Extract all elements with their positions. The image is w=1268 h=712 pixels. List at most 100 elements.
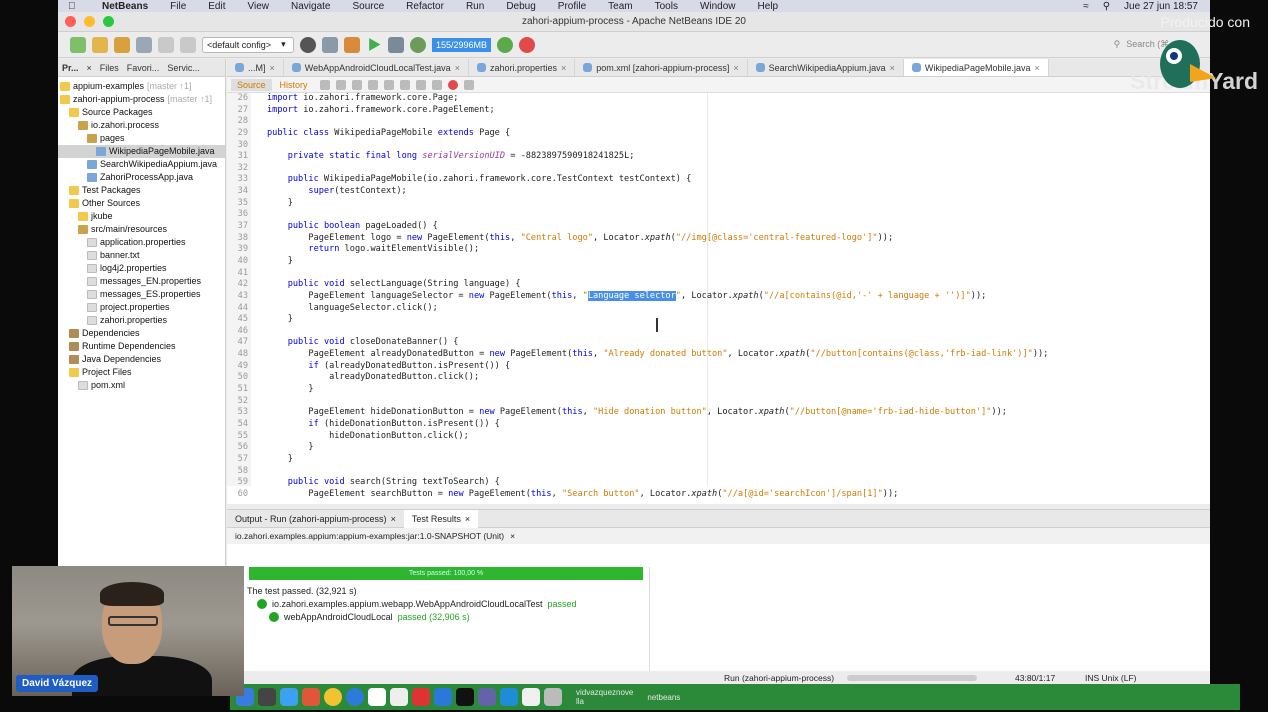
code-line[interactable]: public class WikipediaPageMobile extends… bbox=[267, 128, 1048, 140]
menu-help[interactable]: Help bbox=[758, 1, 779, 12]
spotlight-icon[interactable]: ⚲ bbox=[1103, 1, 1110, 12]
notes-icon[interactable] bbox=[390, 688, 408, 706]
code-line[interactable]: } bbox=[267, 442, 1048, 454]
tree-item[interactable]: pom.xml bbox=[58, 379, 225, 392]
open-project-icon[interactable] bbox=[114, 36, 130, 53]
apple-icon[interactable]:  bbox=[68, 1, 80, 12]
editor-tab[interactable]: zahori.properties × bbox=[469, 59, 576, 76]
gmail-icon[interactable] bbox=[412, 688, 430, 706]
menu-window[interactable]: Window bbox=[700, 1, 736, 12]
code-line[interactable]: public void selectLanguage(String langua… bbox=[267, 279, 1048, 291]
menu-edit[interactable]: Edit bbox=[208, 1, 225, 12]
build-icon[interactable] bbox=[344, 36, 360, 53]
tree-item[interactable]: log4j2.properties bbox=[58, 262, 225, 275]
new-file-icon[interactable] bbox=[92, 36, 108, 53]
tree-item[interactable]: Java Dependencies bbox=[58, 353, 225, 366]
close-icon[interactable]: × bbox=[733, 63, 738, 73]
menu-source[interactable]: Source bbox=[352, 1, 384, 12]
code-line[interactable]: hideDonationButton.click(); bbox=[267, 431, 1048, 443]
results-divider[interactable] bbox=[649, 567, 650, 672]
tree-item[interactable]: Dependencies bbox=[58, 327, 225, 340]
save-all-icon[interactable] bbox=[136, 36, 152, 53]
menu-debug[interactable]: Debug bbox=[506, 1, 535, 12]
code-line[interactable]: private static final long serialVersionU… bbox=[267, 151, 1048, 163]
code-line[interactable]: return logo.waitElementVisible(); bbox=[267, 244, 1048, 256]
gc-icon[interactable] bbox=[497, 36, 514, 53]
tree-item[interactable]: Other Sources bbox=[58, 197, 225, 210]
calendar-icon[interactable] bbox=[368, 688, 386, 706]
tree-item[interactable]: application.properties bbox=[58, 236, 225, 249]
tree-item[interactable]: WikipediaPageMobile.java bbox=[58, 145, 225, 158]
code-line[interactable] bbox=[267, 116, 1048, 128]
close-icon[interactable]: × bbox=[391, 514, 396, 524]
teams-icon[interactable] bbox=[478, 688, 496, 706]
code-line[interactable]: public WikipediaPageMobile(io.zahori.fra… bbox=[267, 174, 1048, 186]
editor-tab[interactable]: SearchWikipediaAppium.java × bbox=[748, 59, 904, 76]
code-line[interactable]: PageElement languageSelector = new PageE… bbox=[267, 290, 1048, 303]
code-line[interactable] bbox=[267, 396, 1048, 408]
editor-tab[interactable]: WebAppAndroidCloudLocalTest.java × bbox=[284, 59, 469, 76]
menu-view[interactable]: View bbox=[248, 1, 270, 12]
tree-item[interactable]: project.properties bbox=[58, 301, 225, 314]
code-line[interactable]: PageElement hideDonationButton = new Pag… bbox=[267, 407, 1048, 419]
close-icon[interactable]: × bbox=[1034, 63, 1039, 73]
stop-icon[interactable] bbox=[519, 36, 536, 53]
back-icon[interactable] bbox=[319, 79, 330, 90]
source-text[interactable]: import io.zahori.framework.core.Page; imp… bbox=[267, 93, 1048, 500]
tab-test-results[interactable]: Test Results × bbox=[403, 509, 479, 528]
close-icon[interactable]: × bbox=[87, 63, 92, 73]
zoom-window-button[interactable] bbox=[103, 16, 114, 27]
shift-left-icon[interactable] bbox=[383, 79, 394, 90]
tab-output[interactable]: Output - Run (zahori-appium-process) × bbox=[227, 510, 404, 528]
debug-icon[interactable] bbox=[388, 36, 404, 53]
code-line[interactable] bbox=[267, 163, 1048, 175]
run-icon[interactable] bbox=[369, 38, 381, 51]
wifi-icon[interactable]: ≈ bbox=[1083, 1, 1089, 12]
code-line[interactable]: if (hideDonationButton.isPresent()) { bbox=[267, 419, 1048, 431]
tree-item[interactable]: zahori-appium-process [master ↑1] bbox=[58, 93, 225, 106]
code-line[interactable]: PageElement logo = new PageElement(this,… bbox=[267, 233, 1048, 245]
uncomment-icon[interactable] bbox=[431, 79, 442, 90]
close-icon[interactable]: × bbox=[270, 63, 275, 73]
redo-icon[interactable] bbox=[180, 36, 196, 53]
settings-icon[interactable] bbox=[300, 36, 316, 53]
comment-icon[interactable] bbox=[415, 79, 426, 90]
tree-item[interactable]: Runtime Dependencies bbox=[58, 340, 225, 353]
code-line[interactable]: PageElement searchButton = new PageEleme… bbox=[267, 489, 1048, 501]
editor-tab[interactable]: pom.xml [zahori-appium-process] × bbox=[575, 59, 748, 76]
code-line[interactable]: import io.zahori.framework.core.PageElem… bbox=[267, 105, 1048, 117]
toggle-highlight-icon[interactable] bbox=[367, 79, 378, 90]
tree-item[interactable]: zahori.properties bbox=[58, 314, 225, 327]
code-line[interactable]: alreadyDonatedButton.click(); bbox=[267, 372, 1048, 384]
code-line[interactable]: super(testContext); bbox=[267, 186, 1048, 198]
tree-item[interactable]: messages_EN.properties bbox=[58, 275, 225, 288]
tree-item[interactable]: Source Packages bbox=[58, 106, 225, 119]
code-line[interactable] bbox=[267, 268, 1048, 280]
tree-item[interactable]: banner.txt bbox=[58, 249, 225, 262]
tab-files[interactable]: Files bbox=[100, 63, 119, 73]
chrome-icon[interactable] bbox=[324, 688, 342, 706]
menu-navigate[interactable]: Navigate bbox=[291, 1, 330, 12]
close-window-button[interactable] bbox=[65, 16, 76, 27]
code-line[interactable]: public void search(String textToSearch) … bbox=[267, 477, 1048, 489]
status-run-label[interactable]: Run (zahori-appium-process) bbox=[724, 673, 834, 683]
history-view-button[interactable]: History bbox=[274, 79, 314, 91]
tree-item[interactable]: io.zahori.process bbox=[58, 119, 225, 132]
clean-build-icon[interactable] bbox=[322, 36, 338, 53]
tree-item[interactable]: pages bbox=[58, 132, 225, 145]
code-line[interactable]: import io.zahori.framework.core.Page; bbox=[267, 93, 1048, 105]
tree-item[interactable]: src/main/resources bbox=[58, 223, 225, 236]
code-line[interactable] bbox=[267, 209, 1048, 221]
textedit-icon[interactable] bbox=[522, 688, 540, 706]
editor-tab[interactable]: WikipediaPageMobile.java × bbox=[903, 59, 1049, 76]
close-icon[interactable]: × bbox=[465, 514, 470, 524]
profile-icon[interactable] bbox=[410, 36, 426, 53]
tree-item[interactable]: Test Packages bbox=[58, 184, 225, 197]
tree-item[interactable]: Project Files bbox=[58, 366, 225, 379]
safari-icon[interactable] bbox=[346, 688, 364, 706]
tree-item[interactable]: SearchWikipediaAppium.java bbox=[58, 158, 225, 171]
editor-tab[interactable]: ...M] × bbox=[227, 59, 284, 76]
test-suite-row[interactable]: io.zahori.examples.appium.webapp.WebAppA… bbox=[247, 597, 577, 610]
code-line[interactable]: if (alreadyDonatedButton.isPresent()) { bbox=[267, 361, 1048, 373]
brave-icon[interactable] bbox=[302, 688, 320, 706]
